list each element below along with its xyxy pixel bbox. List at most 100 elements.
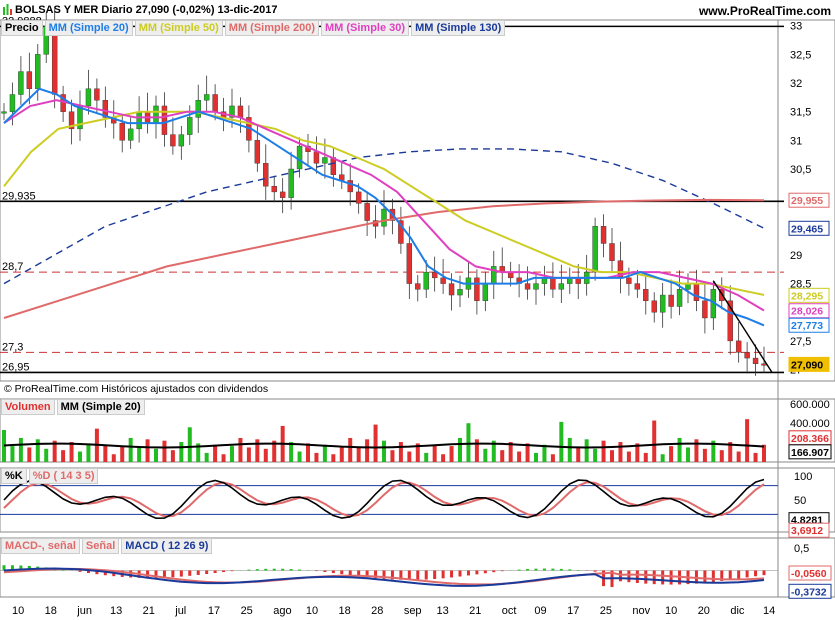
- chart-canvas[interactable]: 3332,53231,53130,53029,52928,52827,52732…: [0, 0, 835, 620]
- legend-k[interactable]: %K: [1, 468, 27, 484]
- volume-bar: [398, 442, 403, 462]
- price-candle: [440, 277, 446, 284]
- macd-histogram-bar: [179, 570, 183, 577]
- legend-d[interactable]: %D ( 14 3 5): [28, 468, 99, 484]
- level-label: 26,95: [2, 361, 30, 373]
- x-tick-label: 13: [436, 605, 448, 617]
- volume-bar: [745, 419, 750, 462]
- legend-sma50[interactable]: MM (Simple 50): [134, 20, 223, 36]
- volume-bar: [466, 423, 471, 462]
- legend-sma30[interactable]: MM (Simple 30): [320, 20, 410, 36]
- legend-sma20[interactable]: MM (Simple 20): [44, 20, 133, 36]
- volume-bar: [263, 448, 268, 462]
- macd-histogram-bar: [272, 568, 276, 571]
- volume-bar: [441, 454, 446, 462]
- price-candle: [355, 191, 362, 204]
- x-tick-label: 28: [371, 605, 383, 617]
- legend-volume[interactable]: Volumen: [1, 399, 55, 415]
- volume-bar: [483, 448, 488, 462]
- volume-bar: [238, 437, 243, 462]
- macd-histogram-bar: [264, 568, 268, 571]
- volume-bar: [103, 444, 108, 462]
- macd-histogram-bar: [627, 570, 631, 583]
- volume-bar: [626, 451, 631, 462]
- x-tick-label: 25: [600, 605, 612, 617]
- price-candle: [237, 105, 244, 118]
- x-tick-label: 10: [665, 605, 677, 617]
- price-candle: [119, 122, 125, 141]
- level-label: 27,3: [2, 341, 23, 353]
- price-candle: [347, 180, 353, 193]
- price-candle: [761, 363, 767, 366]
- volume-bar: [339, 446, 344, 462]
- price-tick-label: 32: [790, 78, 802, 90]
- macd-histogram-bar: [340, 570, 344, 575]
- macd-histogram-bar: [737, 570, 741, 579]
- price-candle: [322, 157, 328, 164]
- x-tick-label: nov: [632, 605, 650, 617]
- volume-bar: [69, 442, 74, 462]
- x-tick-label: 20: [698, 605, 710, 617]
- price-candle: [364, 203, 370, 221]
- macd-histogram-bar: [568, 569, 572, 571]
- macd-histogram-bar: [475, 570, 479, 575]
- volume-bar: [559, 421, 564, 462]
- price-candle: [263, 163, 269, 187]
- price-candle: [381, 208, 387, 227]
- legend-price[interactable]: Precio: [1, 20, 43, 36]
- stochastic-tick-label: 50: [794, 495, 806, 507]
- macd-histogram-bar: [745, 570, 749, 578]
- volume-bar: [170, 450, 175, 462]
- price-candle: [533, 283, 539, 290]
- legend-macd-line[interactable]: MACD ( 12 26 9): [121, 538, 213, 554]
- legend-volume-sma[interactable]: MM (Simple 20): [56, 399, 145, 415]
- legend-signal[interactable]: Señal: [81, 538, 120, 554]
- volume-bar: [576, 447, 581, 462]
- price-candle: [457, 289, 463, 296]
- price-candle: [296, 145, 303, 170]
- legend-sma200[interactable]: MM (Simple 200): [224, 20, 319, 36]
- macd-histogram-bar: [230, 570, 234, 572]
- volume-bar: [44, 448, 49, 462]
- volume-bar: [10, 446, 15, 462]
- legend-sma130[interactable]: MM (Simple 130): [411, 20, 506, 36]
- price-candle: [85, 88, 92, 107]
- volume-bar: [27, 447, 32, 462]
- price-legend: Precio MM (Simple 20) MM (Simple 50) MM …: [1, 20, 506, 36]
- macd-histogram-bar: [323, 570, 327, 573]
- price-candle: [406, 243, 413, 284]
- macd-histogram-bar: [534, 568, 538, 571]
- macd-tick-label: 0,5: [794, 543, 809, 555]
- price-candle: [313, 151, 320, 164]
- x-tick-label: 10: [306, 605, 318, 617]
- x-tick-label: 18: [339, 605, 351, 617]
- volume-bar: [643, 452, 648, 462]
- macd-legend: MACD-, señal Señal MACD ( 12 26 9): [1, 538, 213, 554]
- macd-histogram-bar: [500, 570, 504, 572]
- price-value-tag-text: 29,465: [791, 223, 823, 235]
- volume-value-tag-text: 166.907: [791, 447, 829, 459]
- volume-bar: [314, 452, 319, 462]
- volume-bar: [677, 437, 682, 462]
- price-value-tag: 29,465: [788, 220, 830, 236]
- macd-histogram-bar: [483, 570, 487, 574]
- price-candle: [1, 111, 7, 114]
- volume-bar: [306, 443, 310, 462]
- macd-histogram-bar: [247, 569, 251, 571]
- price-candle: [600, 226, 607, 244]
- macd-histogram-bar: [416, 570, 420, 580]
- macd-histogram-bar: [644, 570, 648, 584]
- x-tick-label: 14: [763, 605, 775, 617]
- volume-tick-label: 600.000: [790, 399, 830, 411]
- volume-bar: [128, 437, 133, 462]
- price-candle: [735, 340, 742, 353]
- price-candle: [170, 134, 176, 147]
- legend-macd-hist[interactable]: MACD-, señal: [1, 538, 80, 554]
- volume-bar: [458, 437, 462, 462]
- price-tick-label: 32,5: [790, 49, 811, 61]
- x-tick-label: ago: [273, 605, 291, 617]
- macd-histogram-bar: [314, 570, 318, 572]
- price-candle: [178, 134, 185, 147]
- price-value-tag: 29,955: [788, 192, 830, 208]
- price-candle: [136, 111, 142, 130]
